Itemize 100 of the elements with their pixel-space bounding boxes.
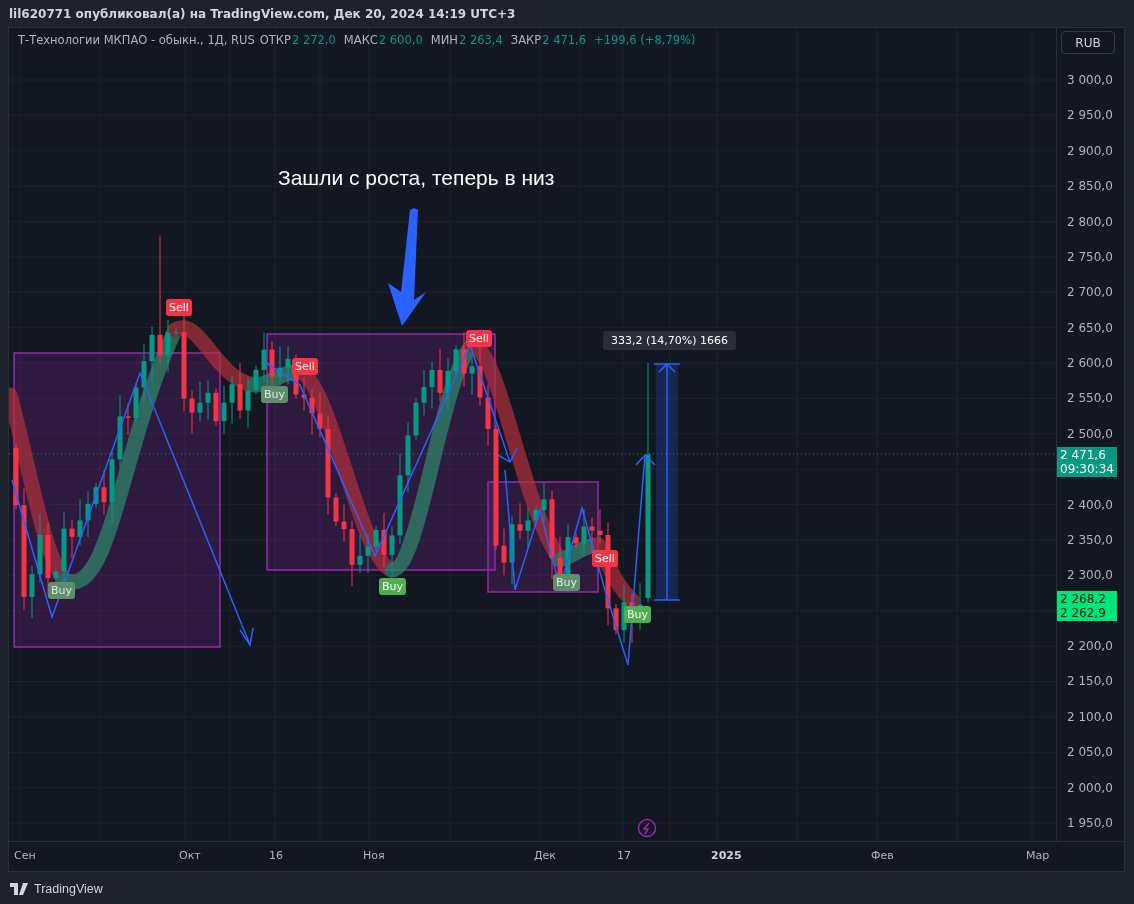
date-axis-label: 2025 <box>711 849 742 862</box>
candle <box>29 565 35 619</box>
candle <box>437 348 443 402</box>
price-axis-label: 2 000,0 <box>1067 779 1113 796</box>
measure-label: 333,2 (14,70%) 1666 <box>603 331 736 350</box>
price-axis-label: 2 700,0 <box>1067 284 1113 301</box>
candle <box>37 513 43 584</box>
ohlc-value: 2 600,0 <box>378 33 423 47</box>
candle <box>469 357 475 396</box>
ohlc-value: 2 272,0 <box>291 33 336 47</box>
candle <box>229 375 235 425</box>
candle <box>245 376 251 428</box>
candle <box>261 332 267 384</box>
date-axis-label: Мар <box>1026 849 1050 862</box>
candle <box>133 382 139 423</box>
candle <box>517 502 523 540</box>
candle <box>389 526 395 577</box>
candle <box>477 344 483 407</box>
candle <box>253 365 259 395</box>
sell-signal-label: Sell <box>166 299 192 316</box>
date-axis-label: Окт <box>179 849 201 862</box>
candle <box>149 325 155 383</box>
price-axis-label: 2 050,0 <box>1067 744 1113 761</box>
price-axis-label: 2 100,0 <box>1067 708 1113 725</box>
buy-signal-label: Buy <box>261 386 289 403</box>
candle <box>125 403 131 436</box>
buy-signal-label: Buy <box>553 574 581 591</box>
date-axis-label: 16 <box>269 849 283 862</box>
candle <box>349 520 355 587</box>
ohlc-value: 2 471,6 <box>542 33 587 47</box>
price-axis-label: 2 400,0 <box>1067 496 1113 513</box>
candle <box>597 509 603 544</box>
candle <box>309 388 315 435</box>
candle <box>589 517 595 553</box>
sell-signal-label: Sell <box>292 358 318 375</box>
ohlc-value: 2 263,4 <box>458 33 503 47</box>
candle <box>53 566 59 583</box>
candle <box>541 481 547 524</box>
buy-signal-label: Buy <box>48 582 76 599</box>
candle <box>205 379 211 421</box>
price-axis-label: 2 650,0 <box>1067 319 1113 336</box>
logo-icon <box>10 883 30 895</box>
price-axis-label: 2 350,0 <box>1067 531 1113 548</box>
candle <box>285 345 291 386</box>
candle <box>101 469 107 516</box>
candle <box>173 327 179 338</box>
annotation-text: Зашли с роста, теперь в низ <box>278 166 555 190</box>
candle <box>613 603 619 635</box>
candle <box>445 357 451 411</box>
buy-signal-label: Buy <box>379 578 407 595</box>
candle <box>221 385 227 435</box>
currency-button[interactable]: RUB <box>1061 31 1115 54</box>
candle <box>461 331 467 387</box>
candle <box>13 443 19 510</box>
price-tag: 2 471,6 09:30:34 <box>1057 447 1117 477</box>
candle <box>525 507 531 549</box>
candle <box>333 492 339 527</box>
candle <box>341 504 347 543</box>
price-axis-label: 3 000,0 <box>1067 72 1113 88</box>
candle <box>93 482 99 509</box>
price-axis-label: 2 200,0 <box>1067 638 1113 655</box>
candle <box>317 391 323 438</box>
price-axis-label: 2 150,0 <box>1067 673 1113 690</box>
ohlc-label: МИН <box>430 33 458 47</box>
ohlc-label: ЗАКР <box>510 33 542 47</box>
buy-signal-label: Buy <box>624 606 652 623</box>
candle <box>197 380 203 422</box>
date-axis-label: Ноя <box>363 849 385 862</box>
price-axis-label: 2 600,0 <box>1067 355 1113 372</box>
date-axis-label: Сен <box>14 849 36 862</box>
candle <box>533 505 539 526</box>
price-axis-label: 2 850,0 <box>1067 178 1113 195</box>
candle <box>421 369 427 416</box>
price-axis-label: 2 300,0 <box>1067 567 1113 584</box>
price-axis-label: 2 500,0 <box>1067 425 1113 442</box>
candle <box>213 388 219 426</box>
price-axis-label: 1 950,0 <box>1067 815 1113 831</box>
price-axis-label: 2 800,0 <box>1067 213 1113 230</box>
candle <box>413 397 419 441</box>
candle <box>357 534 363 574</box>
price-change: +199,6 (+8,79%) <box>594 33 696 47</box>
candle <box>453 344 459 376</box>
candle <box>373 525 379 552</box>
candle <box>405 422 411 493</box>
price-axis-label: 2 900,0 <box>1067 142 1113 159</box>
ohlc-label: МАКС <box>343 33 378 47</box>
candle <box>189 389 195 435</box>
candle <box>501 528 507 576</box>
candle <box>301 376 307 411</box>
candle <box>381 512 387 569</box>
candle <box>581 509 587 557</box>
candle <box>277 346 283 386</box>
ohlc-label: ОТКР <box>259 33 291 47</box>
candle <box>141 343 147 401</box>
publish-info: lil620771 опубликовал(а) на TradingView.com, Дек 20, 2024 14:19 UTC+3 <box>9 6 516 21</box>
brand-name: TradingView <box>34 882 103 896</box>
lightning-icon[interactable] <box>637 818 657 838</box>
candle <box>429 361 435 409</box>
candle <box>237 362 243 420</box>
price-axis-label: 2 750,0 <box>1067 248 1113 265</box>
